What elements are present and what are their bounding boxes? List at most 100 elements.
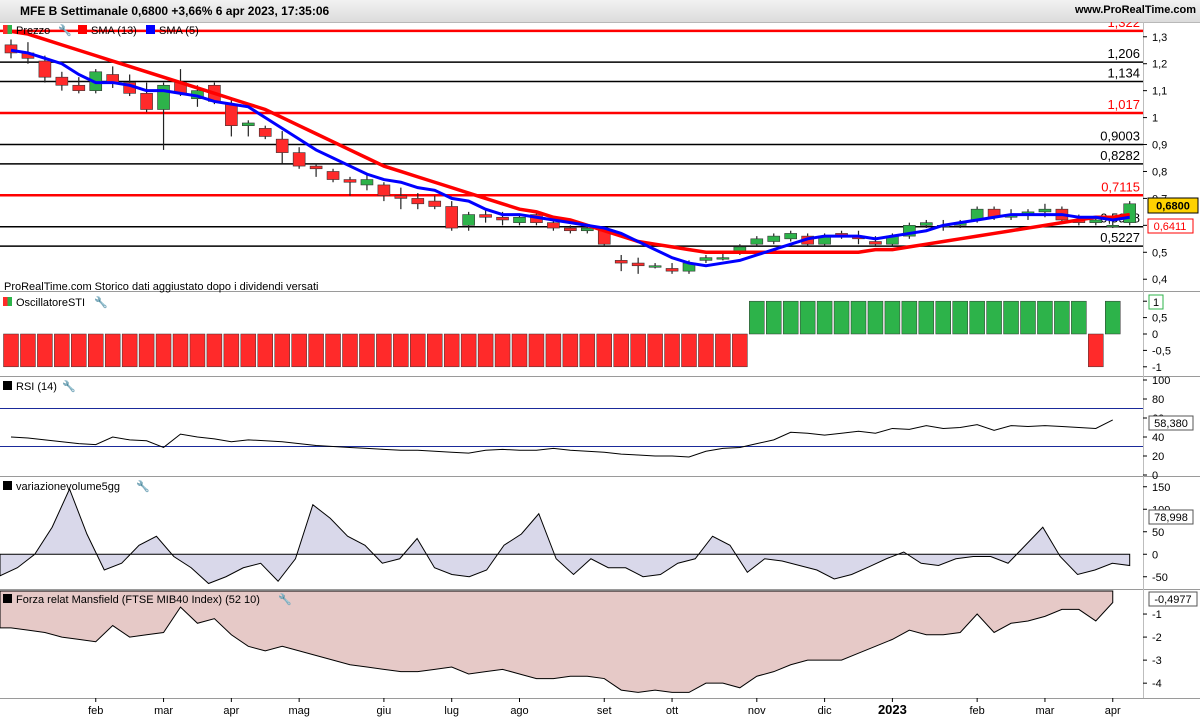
price-legend-swatch-half	[3, 25, 8, 34]
oscillator-bar	[410, 333, 426, 368]
oscillator-bar	[901, 300, 918, 335]
chart-area[interactable]: 1,322 1,206 1,134 1,017 0,9003 0,8282 0,7115 0,…	[0, 22, 1200, 720]
x-tick-label: ago	[510, 705, 528, 717]
price-legend[interactable]: Prezzo 🔧 SMA (13) SMA (5)	[3, 23, 199, 37]
oscillator-bar	[1071, 300, 1087, 335]
oscillator-bar	[325, 333, 341, 368]
y-tick-label: 40	[1152, 432, 1164, 444]
oscillator-bar	[172, 333, 189, 368]
level-label: 0,5227	[1100, 230, 1140, 245]
y-tick-label: -1	[1152, 609, 1162, 621]
candle	[445, 206, 459, 229]
candle	[784, 233, 798, 240]
y-tick-label: 0,8	[1152, 166, 1167, 178]
oscillator-bar	[528, 333, 545, 368]
wrench-icon[interactable]: 🔧	[278, 592, 292, 606]
x-tick-label: mag	[288, 705, 309, 717]
oscillator-bar	[1037, 300, 1053, 335]
volume-legend[interactable]: variazionevolume5gg 🔧	[3, 479, 150, 493]
oscillator-bar	[342, 333, 358, 368]
oscillator-bar	[240, 333, 257, 368]
candle	[140, 93, 153, 110]
volume-y-axis: 150100500-50	[1143, 482, 1170, 584]
oscillator-bar	[1020, 300, 1036, 335]
y-tick-label: 0,9	[1152, 140, 1167, 152]
oscillator-bar	[54, 333, 70, 368]
x-tick-label: feb	[970, 705, 985, 717]
candle	[157, 84, 170, 110]
y-tick-label: -3	[1152, 655, 1162, 667]
candle	[38, 60, 52, 78]
candle	[1038, 208, 1052, 213]
candle	[72, 84, 86, 91]
x-tick-label: apr	[1105, 705, 1121, 717]
candle	[496, 216, 509, 221]
oscillator-bar	[477, 333, 494, 368]
oscillator-bar	[494, 333, 511, 368]
x-tick-label: mar	[1035, 705, 1054, 717]
wrench-icon[interactable]: 🔧	[94, 295, 108, 309]
wrench-icon[interactable]: 🔧	[136, 479, 150, 493]
y-tick-label: -2	[1152, 632, 1162, 644]
oscillator-bar	[189, 333, 206, 368]
oscillator-bar	[71, 333, 87, 368]
candle	[614, 260, 628, 264]
oscillator-bar	[630, 333, 646, 368]
y-tick-label: 20	[1152, 451, 1164, 463]
candle	[1123, 203, 1136, 223]
oscillator-bar	[359, 333, 375, 368]
candle	[292, 152, 306, 167]
y-tick-label: 1,3	[1152, 32, 1167, 44]
y-tick-label: -1	[1152, 362, 1162, 374]
oscillator-bar	[88, 333, 104, 368]
oscillator-bar	[1088, 333, 1104, 368]
candle	[699, 257, 713, 261]
y-tick-label: 50	[1152, 527, 1164, 539]
x-tick-label: lug	[444, 705, 459, 717]
oscillator-bar	[766, 300, 782, 335]
sma13-value-label: 0,6411	[1154, 221, 1187, 233]
oscillator-bar	[104, 333, 121, 368]
mansfield-legend[interactable]: Forza relat Mansfield (FTSE MIB40 Index)…	[3, 592, 292, 606]
candle	[394, 195, 408, 199]
candle	[55, 76, 69, 86]
candle	[309, 165, 323, 170]
y-tick-label: 80	[1152, 394, 1164, 406]
y-tick-label: 0,4	[1152, 274, 1167, 286]
wrench-icon[interactable]: 🔧	[58, 23, 72, 37]
candle	[225, 103, 238, 126]
candle	[869, 241, 882, 245]
mansfield-last-value: -0,4977	[1154, 594, 1191, 606]
price-y-axis: 0,40,50,60,70,80,911,11,21,3	[1143, 32, 1167, 286]
oscillator-legend[interactable]: OscillatoreSTI 🔧	[3, 295, 108, 309]
candle	[631, 262, 645, 267]
y-tick-label: 0	[1152, 549, 1158, 561]
sma13-line	[10, 29, 1130, 255]
legend-sma13: SMA (13)	[91, 25, 137, 37]
x-tick-label: feb	[88, 705, 103, 717]
oscillator-bar	[884, 300, 901, 335]
oscillator-bar	[816, 300, 833, 335]
data-note: ProRealTime.com Storico dati aggiustato …	[4, 281, 318, 293]
candle	[1089, 219, 1103, 223]
wrench-icon[interactable]: 🔧	[62, 379, 76, 393]
legend-price: Prezzo	[16, 25, 50, 37]
volume-legend-swatch	[3, 481, 12, 490]
oscillator-bar	[257, 333, 273, 368]
level-label: 1,017	[1107, 97, 1140, 112]
oscillator-bar	[918, 300, 935, 335]
oscillator-bar	[155, 333, 172, 368]
candle	[648, 265, 662, 268]
oscillator-bar	[782, 300, 799, 335]
rsi-legend[interactable]: RSI (14) 🔧	[3, 379, 76, 393]
level-label: 0,7115	[1101, 179, 1140, 194]
level-label: 1,206	[1107, 46, 1140, 61]
candle	[564, 227, 577, 232]
oscillator-bar	[715, 333, 731, 368]
x-tick-label: ott	[666, 705, 678, 717]
oscillator-bar	[698, 333, 714, 368]
legend-sma5: SMA (5)	[159, 25, 199, 37]
oscillator-bar	[223, 333, 240, 368]
x-tick-label: nov	[748, 705, 766, 717]
candle	[716, 257, 730, 260]
